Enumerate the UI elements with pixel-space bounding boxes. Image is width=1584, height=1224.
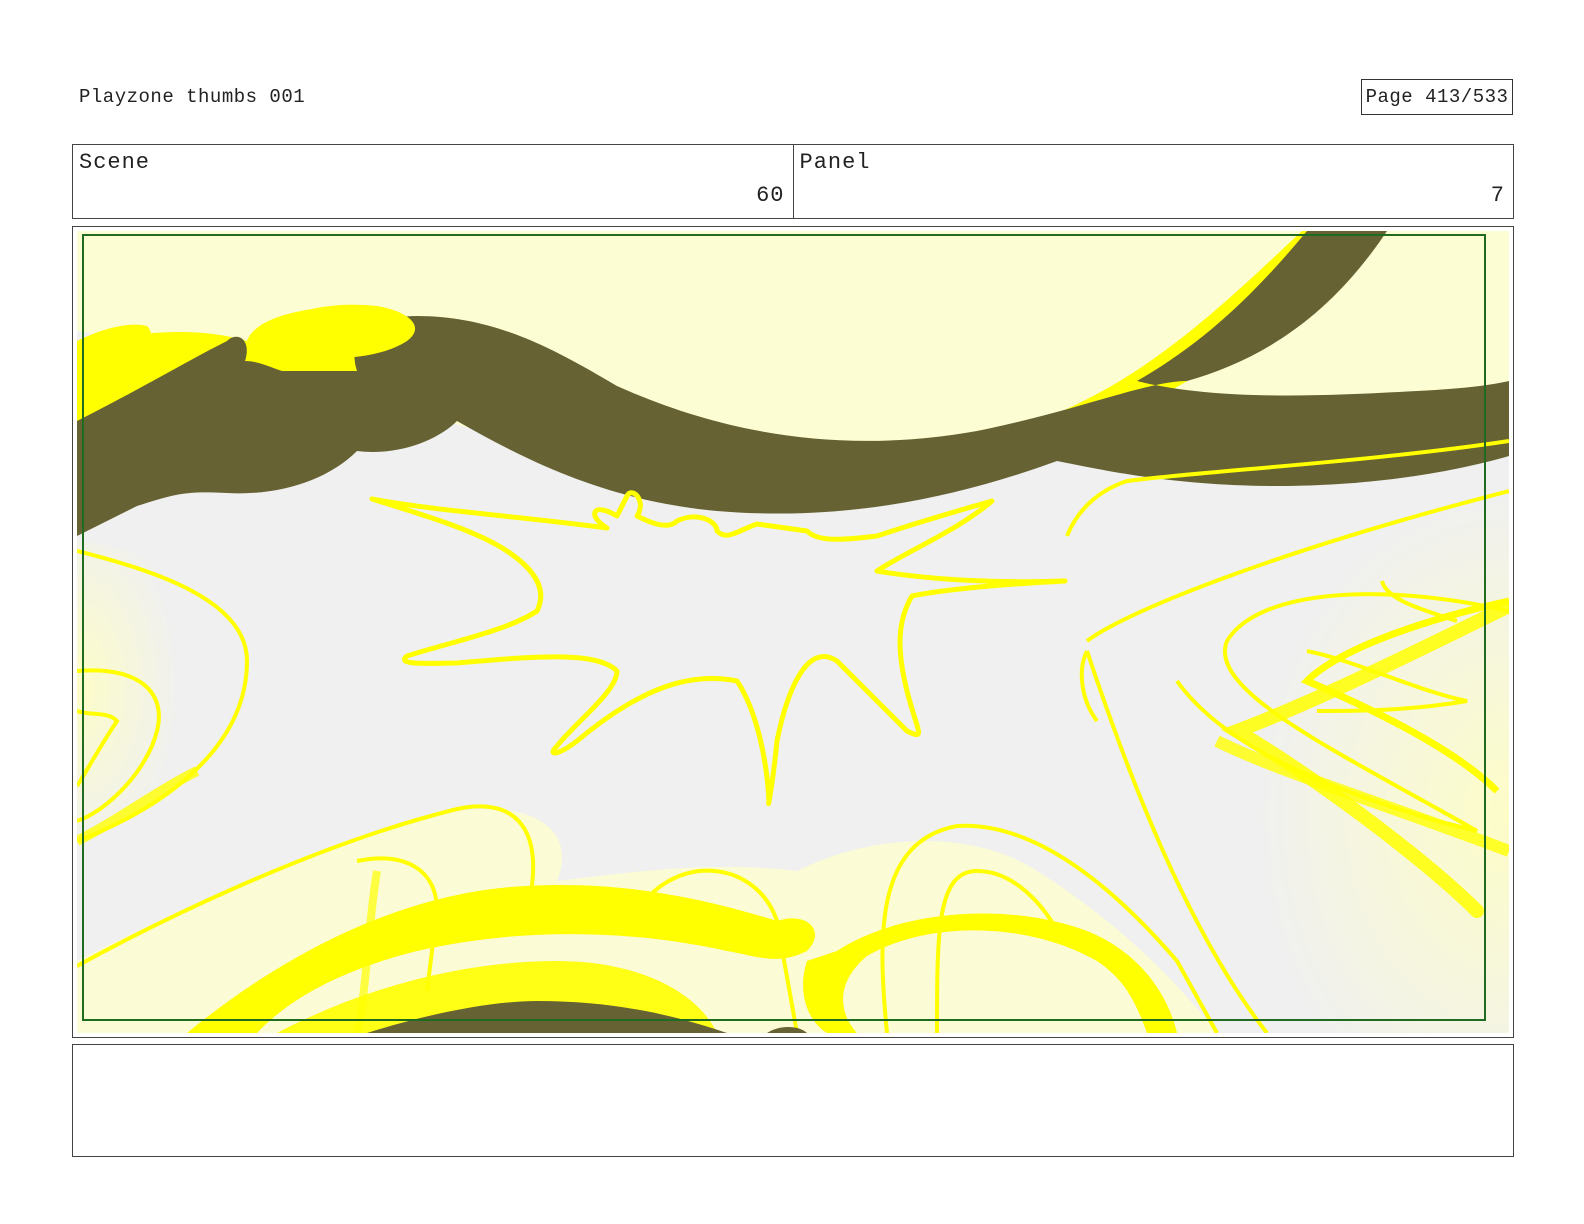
page-indicator: Page 413/533 bbox=[1361, 79, 1513, 115]
storyboard-panel bbox=[72, 226, 1514, 1038]
panel-label: Panel bbox=[799, 150, 871, 175]
panel-number: 7 bbox=[1490, 183, 1505, 208]
notes-box bbox=[72, 1044, 1514, 1157]
storyboard-sketch bbox=[77, 231, 1509, 1033]
scene-cell: Scene 60 bbox=[73, 145, 793, 218]
scene-number: 60 bbox=[756, 183, 785, 208]
document-title: Playzone thumbs 001 bbox=[79, 86, 306, 108]
scene-label: Scene bbox=[79, 150, 151, 175]
scene-panel-info-row: Scene 60 Panel 7 bbox=[72, 144, 1514, 219]
panel-cell: Panel 7 bbox=[792, 145, 1514, 218]
